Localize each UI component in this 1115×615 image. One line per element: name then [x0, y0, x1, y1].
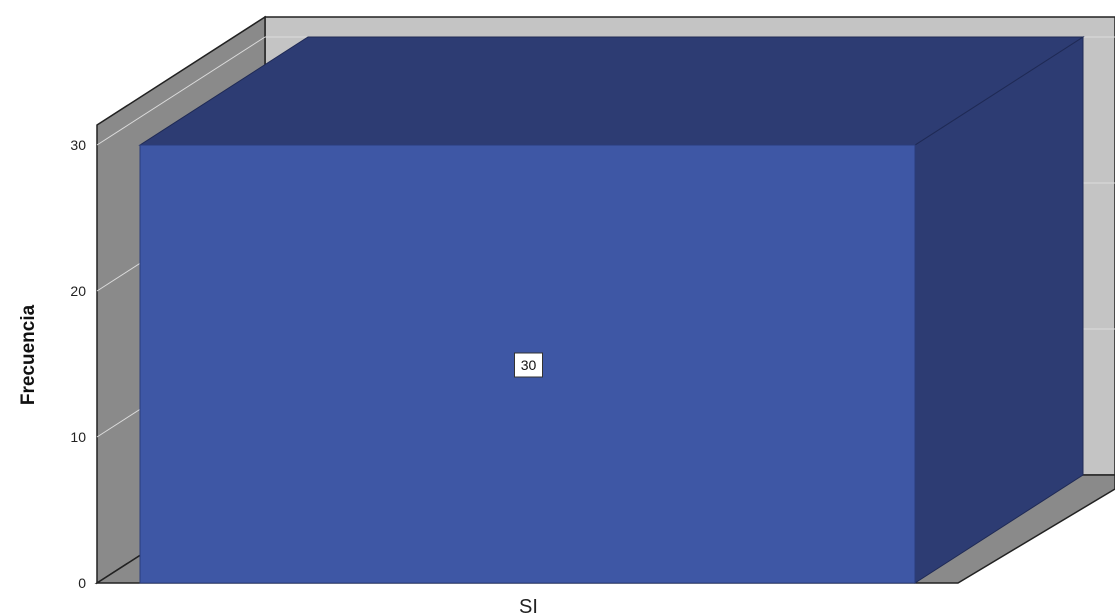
data-label: 30	[521, 357, 537, 373]
bars: 30	[138, 36, 1085, 584]
y-axis-title: Frecuencia	[18, 304, 39, 405]
y-tick-label: 20	[70, 283, 86, 299]
y-tick-label: 0	[78, 575, 86, 591]
y-tick-label: 10	[70, 429, 86, 445]
y-tick-label: 30	[70, 137, 86, 153]
y-axis: Frecuencia 0 10 20 30	[18, 137, 86, 591]
x-tick-label: SI	[519, 596, 538, 615]
x-axis: SI	[519, 596, 538, 615]
bar-chart-3d: 30 Frecuencia 0 10 20 30 SI	[18, 15, 1115, 615]
